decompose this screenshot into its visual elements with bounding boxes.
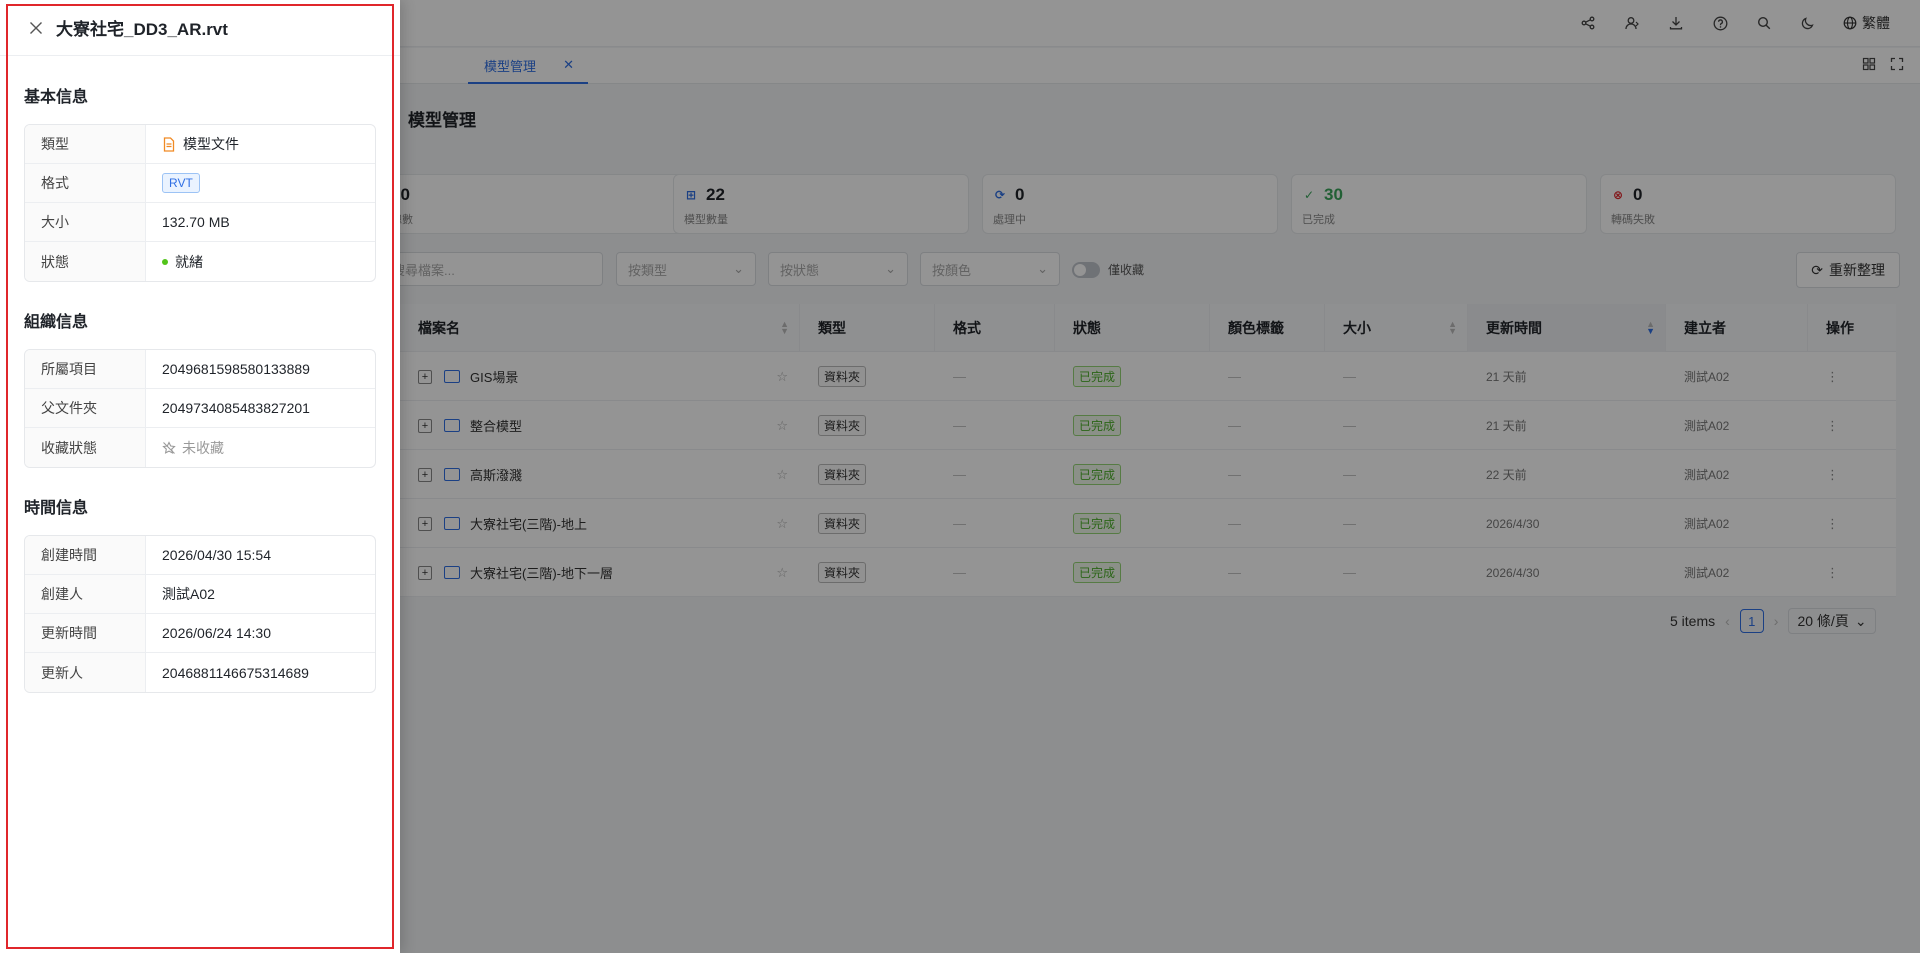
info-label: 更新人 (25, 653, 146, 692)
star-off-icon (162, 440, 176, 454)
document-icon (163, 136, 175, 152)
info-row-created: 創建時間 2026/04/30 15:54 (25, 536, 375, 575)
info-label: 格式 (25, 164, 146, 202)
info-row-status: 狀態 就緒 (25, 242, 375, 281)
info-label: 收藏狀態 (25, 428, 146, 467)
format-tag: RVT (162, 173, 200, 193)
info-value: 模型文件 (146, 125, 375, 163)
info-value: 未收藏 (146, 428, 375, 467)
info-row-size: 大小 132.70 MB (25, 203, 375, 242)
info-label: 大小 (25, 203, 146, 241)
drawer-title: 大寮社宅_DD3_AR.rvt (56, 20, 228, 39)
time-info-table: 創建時間 2026/04/30 15:54 創建人 測試A02 更新時間 202… (24, 535, 376, 693)
basic-info-table: 類型 模型文件 格式 RVT 大小 132.70 MB 狀態 就緒 (24, 124, 376, 282)
info-row-project: 所屬項目 2049681598580133889 (25, 350, 375, 389)
info-label: 創建人 (25, 575, 146, 613)
updated-time-value: 2026/06/24 14:30 (162, 625, 271, 641)
basic-info-title: 基本信息 (24, 89, 89, 106)
parent-folder-value: 2049734085483827201 (162, 400, 310, 416)
info-row-updater: 更新人 2046881146675314689 (25, 653, 375, 692)
org-info-title: 組織信息 (24, 314, 89, 331)
size-value: 132.70 MB (162, 214, 230, 230)
created-time-value: 2026/04/30 15:54 (162, 547, 271, 563)
org-info-table: 所屬項目 2049681598580133889 父文件夾 2049734085… (24, 349, 376, 468)
file-detail-drawer: 大寮社宅_DD3_AR.rvt 基本信息 類型 模型文件 格式 RVT 大小 1… (0, 0, 400, 953)
favorite-value: 未收藏 (182, 439, 224, 456)
drawer-header: 大寮社宅_DD3_AR.rvt (0, 0, 400, 56)
info-label: 父文件夾 (25, 389, 146, 427)
info-row-type: 類型 模型文件 (25, 125, 375, 164)
status-dot (162, 258, 168, 265)
info-label: 更新時間 (25, 614, 146, 652)
info-row-favorite: 收藏狀態 未收藏 (25, 428, 375, 467)
favorite-status: 未收藏 (162, 438, 224, 458)
project-value: 2049681598580133889 (162, 361, 310, 377)
info-row-format: 格式 RVT (25, 164, 375, 203)
info-value: 就緒 (146, 242, 375, 281)
info-row-updated: 更新時間 2026/06/24 14:30 (25, 614, 375, 653)
type-value: 模型文件 (183, 136, 239, 152)
info-label: 狀態 (25, 242, 146, 281)
info-row-creator: 創建人 測試A02 (25, 575, 375, 614)
info-label: 所屬項目 (25, 350, 146, 388)
info-label: 類型 (25, 125, 146, 163)
close-icon[interactable] (26, 18, 46, 38)
creator-value: 測試A02 (162, 586, 215, 602)
info-row-parent: 父文件夾 2049734085483827201 (25, 389, 375, 428)
updater-value: 2046881146675314689 (162, 664, 309, 681)
time-info-title: 時間信息 (24, 500, 89, 517)
info-label: 創建時間 (25, 536, 146, 574)
status-value: 就緒 (175, 253, 203, 270)
info-value: RVT (146, 164, 375, 202)
